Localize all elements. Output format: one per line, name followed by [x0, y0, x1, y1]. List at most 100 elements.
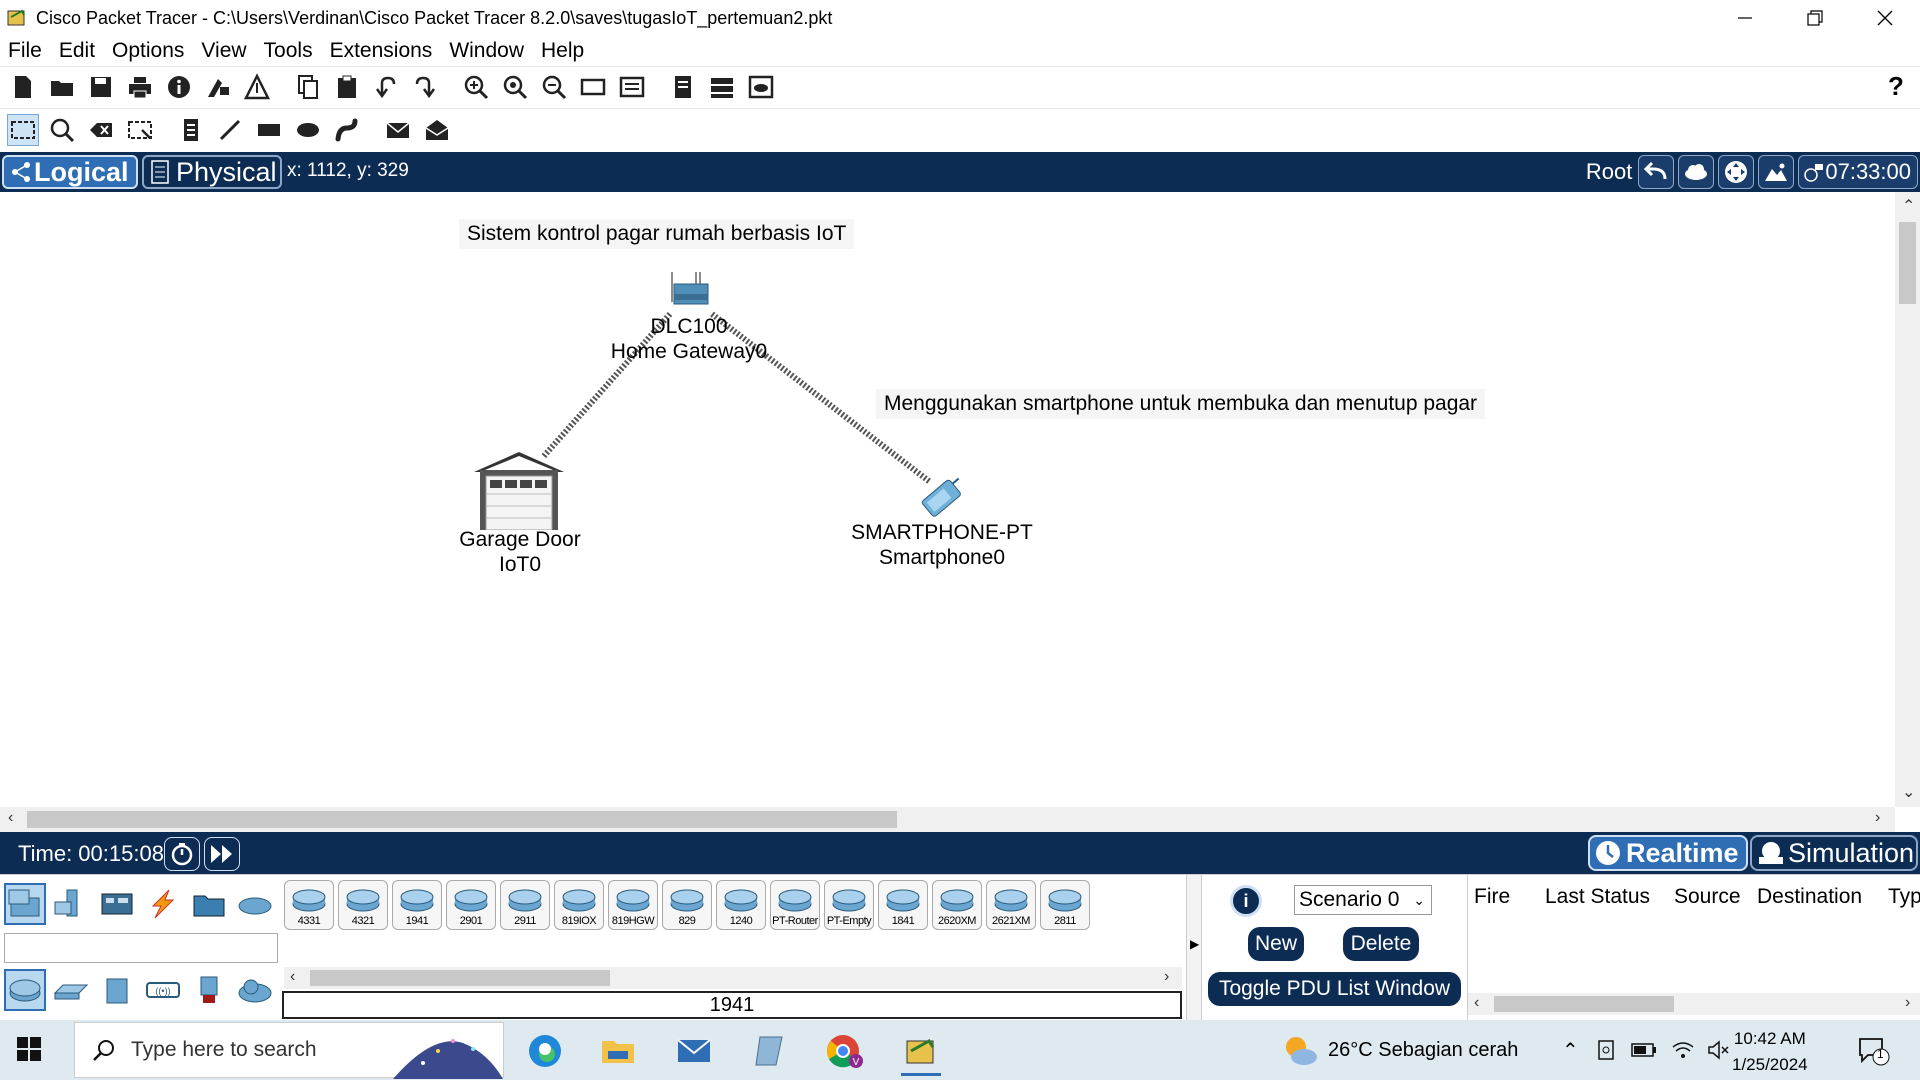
model-button[interactable]: 2911	[500, 880, 550, 930]
category-components[interactable]	[96, 883, 138, 925]
model-button[interactable]: 1240	[716, 880, 766, 930]
minimize-button[interactable]	[1710, 0, 1780, 36]
column-destination[interactable]: Destination	[1757, 885, 1862, 909]
fast-forward-button[interactable]	[204, 837, 240, 871]
model-list-scrollbar[interactable]: ‹ ›	[284, 967, 1182, 989]
subcategory-wireless[interactable]: ((•))	[142, 969, 184, 1011]
model-button[interactable]: 2811	[1040, 880, 1090, 930]
column-source[interactable]: Source	[1674, 885, 1741, 909]
model-button[interactable]: PT-Empty	[824, 880, 874, 930]
zoom-reset-button[interactable]	[499, 71, 531, 103]
print-button[interactable]	[124, 71, 156, 103]
scroll-up-icon[interactable]: ⌃	[1902, 196, 1915, 216]
model-scroll-left-icon[interactable]: ‹	[290, 968, 295, 986]
taskbar-edge[interactable]	[515, 1026, 575, 1076]
show-hidden-icons-icon[interactable]: ⌃	[1562, 1038, 1579, 1063]
pdu-scroll-left-icon[interactable]: ‹	[1474, 994, 1479, 1012]
canvas-vertical-scrollbar[interactable]: ⌃ ⌄	[1895, 192, 1920, 807]
menu-help[interactable]: Help	[541, 39, 584, 63]
physical-workspace-button[interactable]	[706, 71, 738, 103]
menu-tools[interactable]: Tools	[264, 39, 313, 63]
draw-ellipse-button[interactable]	[292, 114, 324, 146]
taskbar-chrome[interactable]: V	[815, 1026, 875, 1076]
notification-center-button[interactable]: 1	[1856, 1020, 1890, 1080]
pdu-scroll-right-icon[interactable]: ›	[1905, 994, 1910, 1012]
close-button[interactable]	[1850, 0, 1920, 36]
zoom-out-button[interactable]	[538, 71, 570, 103]
model-button[interactable]: 1941	[392, 880, 442, 930]
menu-edit[interactable]: Edit	[59, 39, 95, 63]
wifi-icon[interactable]	[1671, 1039, 1695, 1061]
subcategory-hubs[interactable]	[96, 969, 138, 1011]
column-last-status[interactable]: Last Status	[1545, 885, 1650, 909]
home-gateway-device[interactable]	[670, 272, 710, 313]
model-button[interactable]: 2620XM	[932, 880, 982, 930]
move-object-button[interactable]	[1718, 155, 1755, 189]
toggle-pdu-list-button[interactable]: Toggle PDU List Window	[1208, 972, 1461, 1006]
logical-workspace-canvas[interactable]: Sistem kontrol pagar rumah berbasis IoT …	[0, 192, 1895, 807]
canvas-horizontal-scrollbar[interactable]: ‹ ›	[0, 807, 1895, 832]
pdu-scroll-thumb[interactable]	[1494, 996, 1674, 1012]
column-fire[interactable]: Fire	[1474, 885, 1510, 909]
new-file-button[interactable]	[7, 71, 39, 103]
add-complex-pdu-button[interactable]	[421, 114, 453, 146]
model-button[interactable]: PT-Router	[770, 880, 820, 930]
category-connections[interactable]	[142, 883, 184, 925]
network-info-button[interactable]	[202, 71, 234, 103]
save-button[interactable]	[85, 71, 117, 103]
model-button[interactable]: 1841	[878, 880, 928, 930]
menu-extensions[interactable]: Extensions	[330, 39, 433, 63]
menu-window[interactable]: Window	[449, 39, 524, 63]
drawing-palette-button[interactable]	[577, 71, 609, 103]
battery-icon[interactable]	[1631, 1042, 1657, 1058]
subcategory-wan-emulation[interactable]	[234, 969, 276, 1011]
place-note-button[interactable]	[175, 114, 207, 146]
undo-button[interactable]	[370, 71, 402, 103]
menu-view[interactable]: View	[201, 39, 246, 63]
subcategory-security[interactable]	[188, 969, 230, 1011]
taskbar-mail[interactable]	[664, 1026, 724, 1076]
pdu-list-scrollbar[interactable]: ‹ ›	[1468, 993, 1920, 1015]
taskbar-search-box[interactable]: Type here to search	[74, 1022, 504, 1079]
model-button[interactable]: 2901	[446, 880, 496, 930]
draw-line-button[interactable]	[214, 114, 246, 146]
freeform-button[interactable]	[331, 114, 363, 146]
restore-button[interactable]	[1780, 0, 1850, 36]
taskbar-file-explorer[interactable]	[588, 1026, 648, 1076]
scroll-right-icon[interactable]: ›	[1875, 809, 1880, 827]
tab-logical[interactable]: Logical	[2, 155, 138, 189]
model-scroll-right-icon[interactable]: ›	[1164, 968, 1169, 986]
back-button[interactable]	[1638, 155, 1675, 189]
weather-widget[interactable]: 26°C Sebagian cerah	[1280, 1020, 1518, 1080]
canvas-horizontal-scroll-thumb[interactable]	[27, 811, 897, 828]
resize-tool-button[interactable]	[124, 114, 156, 146]
model-button[interactable]: 4321	[338, 880, 388, 930]
new-scenario-button[interactable]: New	[1248, 927, 1304, 961]
model-button[interactable]: 2621XM	[986, 880, 1036, 930]
cluster-button[interactable]	[745, 71, 777, 103]
delete-tool-button[interactable]	[85, 114, 117, 146]
paste-button[interactable]	[331, 71, 363, 103]
device-search-field[interactable]	[4, 933, 278, 963]
canvas-note-title[interactable]: Sistem kontrol pagar rumah berbasis IoT	[459, 219, 855, 249]
new-cluster-button[interactable]	[1678, 155, 1715, 189]
model-button[interactable]: 819HGW	[608, 880, 658, 930]
scroll-down-icon[interactable]: ⌄	[1902, 782, 1915, 802]
device-sync-icon[interactable]	[1595, 1039, 1617, 1061]
splitter-arrow-icon[interactable]: ▶	[1190, 937, 1199, 951]
category-multiuser[interactable]	[234, 883, 276, 925]
delete-scenario-button[interactable]: Delete	[1343, 927, 1419, 961]
start-button[interactable]	[16, 1036, 42, 1067]
copy-button[interactable]	[292, 71, 324, 103]
category-network-devices[interactable]	[4, 883, 46, 925]
volume-muted-icon[interactable]	[1707, 1039, 1731, 1061]
draw-rectangle-button[interactable]	[253, 114, 285, 146]
subcategory-switches[interactable]	[50, 969, 92, 1011]
canvas-vertical-scroll-thumb[interactable]	[1899, 222, 1916, 304]
add-simple-pdu-button[interactable]	[382, 114, 414, 146]
model-button[interactable]: 4331	[284, 880, 334, 930]
subcategory-routers[interactable]	[4, 969, 46, 1011]
viewport-clock[interactable]: 07:33:00	[1798, 155, 1918, 189]
redo-button[interactable]	[409, 71, 441, 103]
tab-physical[interactable]: Physical	[142, 155, 282, 189]
